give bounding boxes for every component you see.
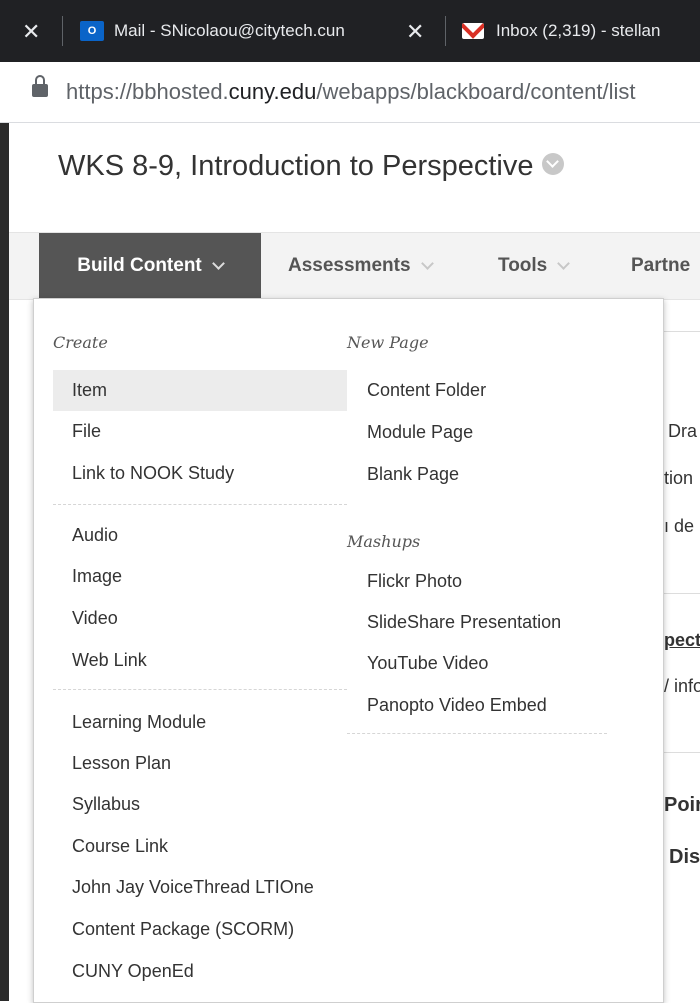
content-fragment: Dis (669, 846, 700, 868)
menu-item-link-to-nook-study[interactable]: Link to NOOK Study (53, 453, 347, 494)
action-bar: Build Content Assessments Tools Partne (9, 232, 700, 300)
create-heading: Create (53, 333, 108, 352)
partner-label: Partne (631, 255, 691, 276)
menu-item-cuny-opened[interactable]: CUNY OpenEd (53, 951, 347, 992)
menu-item-web-link[interactable]: Web Link (53, 640, 347, 681)
tab-inbox[interactable]: Inbox (2,319) - stellan (462, 0, 700, 62)
tab-divider (62, 16, 63, 46)
new-page-heading: New Page (347, 333, 429, 352)
chevron-down-icon (211, 256, 225, 270)
menu-item-file[interactable]: File (53, 411, 347, 452)
tab-mail-title: Mail - SNicolaou@citytech.cun (114, 21, 345, 40)
tools-button[interactable]: Tools (498, 233, 571, 299)
tab-inbox-title: Inbox (2,319) - stellan (496, 21, 661, 40)
content-fragment: ı de (664, 516, 695, 536)
menu-item-panopto[interactable]: Panopto Video Embed (348, 685, 608, 726)
left-edge-bar (0, 123, 9, 1001)
tab-mail[interactable]: O Mail - SNicolaou@citytech.cun (80, 0, 410, 62)
url-domain: cuny.edu (228, 79, 317, 104)
content-fragment: tion (664, 468, 694, 488)
content-fragment[interactable]: pect (664, 630, 700, 651)
content-fragment: Dra (668, 421, 698, 441)
content-fragment: / info (664, 676, 700, 696)
partner-content-button[interactable]: Partne (631, 233, 690, 299)
menu-item-syllabus[interactable]: Syllabus (53, 784, 347, 825)
menu-item-video[interactable]: Video (53, 598, 347, 639)
menu-item-content-folder[interactable]: Content Folder (348, 370, 608, 411)
menu-item-course-link[interactable]: Course Link (53, 826, 347, 867)
browser-tabstrip: ✕ O Mail - SNicolaou@citytech.cun ✕ Inbo… (0, 0, 700, 62)
assessments-label: Assessments (288, 255, 411, 276)
menu-item-content-package[interactable]: Content Package (SCORM) (53, 909, 347, 950)
outlook-icon: O (80, 21, 104, 41)
build-content-menu: Create Item File Link to NOOK Study Audi… (33, 298, 664, 1003)
close-icon[interactable]: ✕ (406, 19, 424, 45)
menu-item-audio[interactable]: Audio (53, 515, 347, 556)
chevron-down-icon[interactable] (541, 153, 564, 176)
menu-item-youtube-video[interactable]: YouTube Video (348, 643, 608, 684)
url-prefix: https://bbhosted. (66, 79, 229, 104)
tools-label: Tools (498, 255, 548, 276)
content-divider (662, 593, 700, 594)
gmail-icon (462, 23, 484, 39)
menu-divider (53, 689, 347, 690)
menu-item-flickr-photo[interactable]: Flickr Photo (348, 561, 608, 602)
url-path: /webapps/blackboard/content/list (316, 79, 636, 104)
mashups-heading: Mashups (347, 532, 421, 551)
content-fragment: Poir (664, 794, 700, 816)
chevron-down-icon (557, 256, 571, 270)
content-divider (662, 331, 700, 332)
menu-divider (53, 504, 347, 505)
menu-item-slideshare[interactable]: SlideShare Presentation (348, 602, 608, 643)
menu-divider (347, 733, 607, 734)
menu-item-blank-page[interactable]: Blank Page (348, 454, 608, 495)
build-content-label: Build Content (77, 255, 202, 276)
menu-item-item[interactable]: Item (53, 370, 347, 411)
menu-item-voicethread[interactable]: John Jay VoiceThread LTIOne (53, 867, 347, 908)
lock-icon[interactable] (32, 75, 48, 97)
url-field[interactable]: https://bbhosted.cuny.edu/webapps/blackb… (66, 79, 636, 105)
content-divider (662, 752, 700, 753)
tab-divider (445, 16, 446, 46)
build-content-button[interactable]: Build Content (39, 233, 261, 299)
close-icon[interactable]: ✕ (22, 19, 40, 45)
menu-item-module-page[interactable]: Module Page (348, 412, 608, 453)
chevron-down-icon (420, 256, 434, 270)
menu-item-lesson-plan[interactable]: Lesson Plan (53, 743, 347, 784)
page-title: WKS 8-9, Introduction to Perspective (58, 150, 564, 183)
assessments-button[interactable]: Assessments (288, 233, 434, 299)
menu-item-learning-module[interactable]: Learning Module (53, 702, 347, 743)
course-title-text: WKS 8-9, Introduction to Perspective (58, 150, 534, 182)
menu-item-image[interactable]: Image (53, 556, 347, 597)
